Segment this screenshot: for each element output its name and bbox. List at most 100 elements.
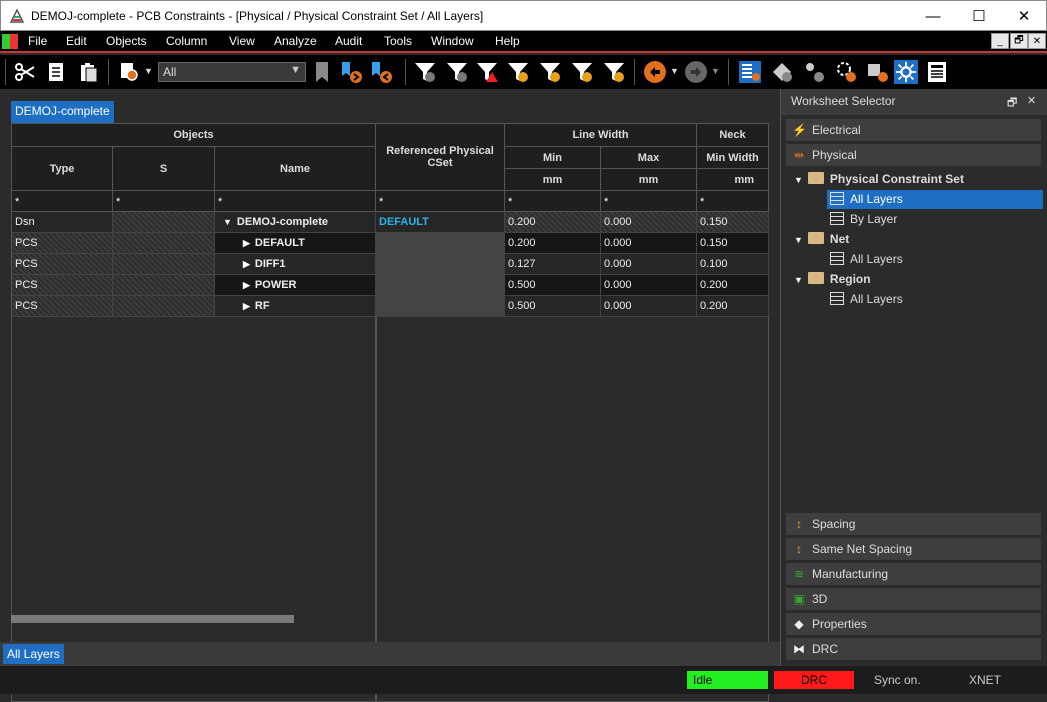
horizontal-scrollbar[interactable] — [11, 615, 294, 623]
row-neck-cell[interactable]: 0.150 — [697, 233, 769, 254]
row-type-cell[interactable]: PCS — [12, 254, 113, 275]
expand-icon[interactable]: ▶ — [243, 238, 250, 249]
row-min-cell[interactable]: 0.127 — [505, 254, 601, 275]
row-neck-cell[interactable]: 0.100 — [697, 254, 769, 275]
ref-filter-cell[interactable]: * — [376, 191, 505, 212]
mdi-minimize-button[interactable]: _ — [991, 33, 1009, 49]
menu-audit[interactable]: Audit — [335, 34, 362, 48]
row-s-cell[interactable] — [113, 212, 215, 233]
row-s-cell[interactable] — [113, 233, 215, 254]
type-filter-cell[interactable]: * — [12, 191, 113, 212]
row-ref-cell[interactable] — [376, 275, 505, 296]
filter-icon[interactable] — [445, 60, 469, 84]
collapse-icon[interactable]: ▼ — [794, 275, 803, 285]
worksheet-selector-icon[interactable] — [738, 60, 762, 84]
mdi-restore-button[interactable]: 🗗 — [1010, 33, 1028, 49]
row-max-cell[interactable]: 0.000 — [601, 296, 697, 317]
s-column-header[interactable]: S — [113, 147, 215, 191]
neck-filter-cell[interactable]: * — [697, 191, 769, 212]
row-neck-cell[interactable]: 0.200 — [697, 296, 769, 317]
filter-icon[interactable] — [570, 60, 594, 84]
filter-dropdown[interactable]: All ▼ — [158, 62, 306, 82]
close-panel-icon[interactable]: ✕ — [1027, 94, 1036, 107]
row-min-cell[interactable]: 0.200 — [505, 233, 601, 254]
expand-icon[interactable]: ▶ — [243, 301, 250, 312]
drc-status[interactable]: DRC — [774, 671, 854, 689]
tool-icon[interactable] — [802, 60, 826, 84]
expand-icon[interactable]: ▶ — [243, 259, 250, 270]
section-same-net-spacing[interactable]: ↕ Same Net Spacing — [786, 538, 1041, 561]
row-min-cell[interactable]: 0.500 — [505, 275, 601, 296]
row-min-cell[interactable]: 0.500 — [505, 296, 601, 317]
row-max-cell[interactable]: 0.000 — [601, 275, 697, 296]
menu-help[interactable]: Help — [495, 34, 520, 48]
redo-icon[interactable] — [684, 60, 708, 84]
row-name-cell[interactable]: ▶ DIFF1 — [215, 254, 376, 275]
find-dropdown-icon[interactable]: ▼ — [144, 66, 153, 76]
row-type-cell[interactable]: PCS — [12, 233, 113, 254]
section-properties[interactable]: ◆ Properties — [786, 613, 1041, 636]
row-max-cell[interactable]: 0.000 — [601, 212, 697, 233]
mdi-close-button[interactable]: ✕ — [1028, 33, 1046, 49]
tool-icon[interactable] — [834, 60, 858, 84]
row-min-cell[interactable]: 0.200 — [505, 212, 601, 233]
tree-item-net-all-layers[interactable]: All Layers — [827, 250, 906, 269]
report-icon[interactable] — [925, 60, 949, 84]
document-tab[interactable]: DEMOJ-complete — [11, 101, 114, 123]
row-s-cell[interactable] — [113, 296, 215, 317]
settings-icon[interactable] — [894, 60, 918, 84]
menu-view[interactable]: View — [229, 34, 255, 48]
max-column-header[interactable]: Max — [601, 147, 697, 169]
tree-item-all-layers-selected[interactable]: All Layers — [827, 190, 1043, 209]
filter-warning-icon[interactable] — [475, 60, 499, 84]
menu-analyze[interactable]: Analyze — [274, 34, 317, 48]
copy-icon[interactable] — [44, 60, 68, 84]
row-name-cell[interactable]: ▼ DEMOJ-complete — [215, 212, 376, 233]
bookmark-prev-icon[interactable] — [370, 60, 394, 84]
menu-window[interactable]: Window — [431, 34, 474, 48]
row-type-cell[interactable]: PCS — [12, 275, 113, 296]
menu-edit[interactable]: Edit — [66, 34, 87, 48]
row-neck-cell[interactable]: 0.150 — [697, 212, 769, 233]
section-manufacturing[interactable]: ≋ Manufacturing — [786, 563, 1041, 586]
row-name-cell[interactable]: ▶ POWER — [215, 275, 376, 296]
menu-column[interactable]: Column — [166, 34, 207, 48]
expand-icon[interactable]: ▶ — [243, 280, 250, 291]
bookmark-icon[interactable] — [310, 60, 334, 84]
close-button[interactable]: ✕ — [1001, 1, 1047, 31]
tree-item-by-layer[interactable]: By Layer — [827, 210, 900, 229]
undo-icon[interactable] — [643, 60, 667, 84]
min-column-header[interactable]: Min — [505, 147, 601, 169]
section-electrical[interactable]: ⚡ Electrical — [786, 119, 1041, 142]
row-ref-cell[interactable] — [376, 254, 505, 275]
tree-item-region-all-layers[interactable]: All Layers — [827, 290, 906, 309]
tree-node-net[interactable]: ▼ Net — [791, 230, 852, 249]
row-name-cell[interactable]: ▶ DEFAULT — [215, 233, 376, 254]
tree-node-physical-constraint-set[interactable]: ▼ Physical Constraint Set — [791, 170, 967, 189]
row-type-cell[interactable]: Dsn — [12, 212, 113, 233]
menu-tools[interactable]: Tools — [384, 34, 412, 48]
row-ref-cell[interactable] — [376, 296, 505, 317]
filter-icon[interactable] — [538, 60, 562, 84]
row-ref-cell[interactable]: DEFAULT — [376, 212, 505, 233]
bookmark-next-icon[interactable] — [340, 60, 364, 84]
section-drc[interactable]: ⧓ DRC — [786, 638, 1041, 661]
max-filter-cell[interactable]: * — [601, 191, 697, 212]
tool-icon[interactable] — [770, 60, 794, 84]
menu-objects[interactable]: Objects — [106, 34, 147, 48]
cut-icon[interactable] — [13, 60, 37, 84]
row-s-cell[interactable] — [113, 254, 215, 275]
section-3d[interactable]: ▣ 3D — [786, 588, 1041, 611]
name-filter-cell[interactable]: * — [215, 191, 376, 212]
restore-panel-icon[interactable]: 🗗 — [1007, 94, 1017, 113]
minimize-button[interactable]: — — [910, 1, 956, 31]
min-width-column-header[interactable]: Min Width — [697, 147, 769, 169]
filter-icon[interactable] — [413, 60, 437, 84]
find-icon[interactable] — [118, 60, 142, 84]
section-spacing[interactable]: ↕ Spacing — [786, 513, 1041, 536]
tree-node-region[interactable]: ▼ Region — [791, 270, 874, 289]
referenced-cset-header[interactable]: Referenced Physical CSet — [376, 124, 505, 191]
row-max-cell[interactable]: 0.000 — [601, 254, 697, 275]
redo-dropdown-icon[interactable]: ▼ — [711, 66, 720, 76]
row-max-cell[interactable]: 0.000 — [601, 233, 697, 254]
